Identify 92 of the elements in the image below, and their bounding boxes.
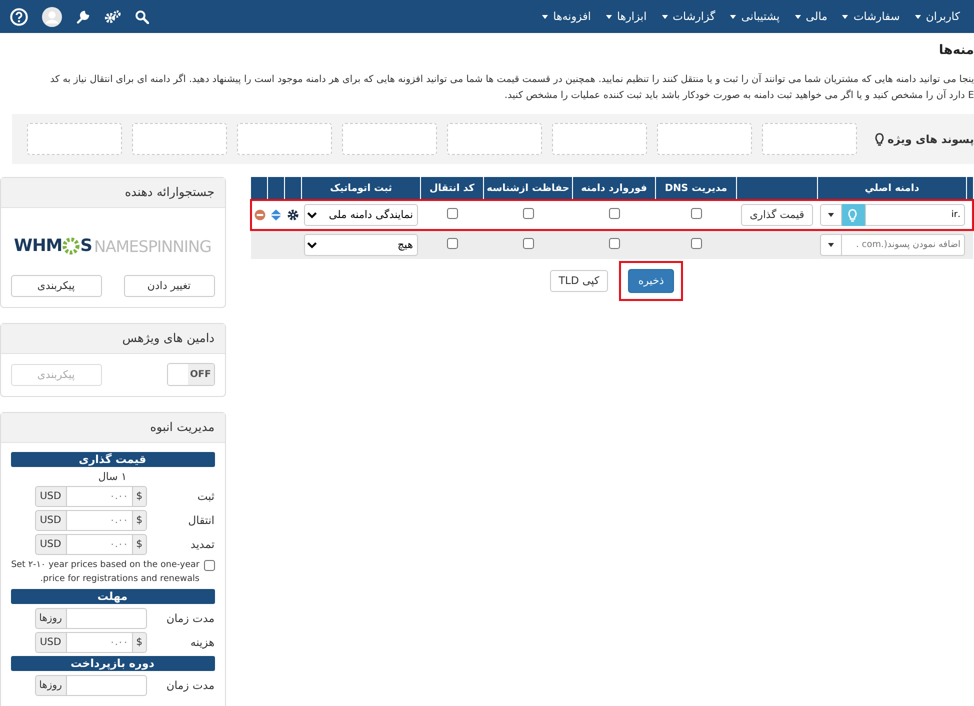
- section-heading: دوره بازپرداخت: [10, 656, 214, 671]
- gear-icon[interactable]: [287, 209, 299, 221]
- search-icon[interactable]: [135, 10, 149, 24]
- checkbox[interactable]: [446, 208, 458, 219]
- gear-icon: [62, 237, 80, 255]
- checkbox[interactable]: [608, 238, 620, 249]
- column-header: [284, 177, 302, 200]
- remove-icon[interactable]: [254, 209, 266, 221]
- checkbox[interactable]: [522, 238, 534, 249]
- nav-menu-item[interactable]: ابزارها: [606, 10, 647, 23]
- checkbox[interactable]: [608, 208, 620, 219]
- amount-field[interactable]: [66, 608, 146, 629]
- namespinning-logo: WHM S NAMESPINNING: [12, 235, 212, 258]
- lightbulb-icon: [848, 208, 857, 222]
- unit-label: USD: [34, 486, 66, 507]
- panel-title: جستجوارائه دهنده: [124, 185, 214, 199]
- caret-icon: [606, 14, 612, 18]
- caret-icon: [842, 14, 848, 18]
- help-icon[interactable]: [10, 8, 28, 26]
- save-button[interactable]: ذخیره: [628, 269, 674, 293]
- nav-menu-item[interactable]: پشتیبانی: [730, 10, 780, 23]
- column-header: دامنه اصلي: [818, 177, 966, 200]
- dropdown-button[interactable]: [820, 234, 842, 256]
- checkbox-label: Set ۲-۱۰ year prices based on the one-year price for registrations and renewals.: [10, 559, 200, 586]
- lightbulb-icon: [875, 132, 884, 146]
- currency-symbol: $: [132, 632, 146, 653]
- avatar-icon[interactable]: [42, 6, 62, 26]
- caret-icon: [828, 243, 834, 247]
- featured-tlds-label: پسوند های ویژه: [887, 132, 974, 146]
- caret-icon: [730, 14, 736, 18]
- description-text: ینجا می توانید دامنه هایی که مشتریان شما می توانند آن را ثبت و یا منتقل کنند را تنظیم نمایید. همچنین در قسمت قیمت ها شما می توانید افزونه هایی که برای هر دامنه موجود است را پیشنهاد دهید. اگر دامنه ای برای انتقال نیاز به کد: [49, 72, 974, 87]
- nav-menu-item[interactable]: سفارشات: [842, 10, 900, 23]
- column-header: فوروارد دامنه: [572, 177, 656, 200]
- unit-label: روزها: [34, 608, 66, 629]
- unit-label: USD: [34, 510, 66, 531]
- currency-symbol: $: [132, 534, 146, 555]
- field-label: هزینه: [189, 636, 214, 649]
- panel-button[interactable]: پیکربندی: [10, 275, 102, 297]
- nav-menu-item[interactable]: مالی: [794, 10, 828, 23]
- page-title: منه‌ها: [938, 43, 974, 58]
- panel-title: دامین های ویژهس: [122, 331, 214, 345]
- field-label: مدت زمان: [165, 612, 214, 625]
- column-header: ثبت اتوماتیک: [302, 177, 420, 200]
- caret-icon: [914, 14, 921, 18]
- column-header: [250, 177, 268, 200]
- caret-icon: [794, 14, 801, 18]
- field-label: مدت زمان: [165, 679, 214, 692]
- section-heading: مهلت: [10, 589, 214, 604]
- caret-icon: [542, 14, 548, 18]
- checkbox[interactable]: [446, 238, 458, 249]
- checkbox[interactable]: [690, 208, 702, 219]
- currency-symbol: $: [132, 510, 146, 531]
- registrar-select[interactable]: هیچ: [304, 234, 418, 256]
- field-label: ثبت: [196, 490, 214, 503]
- description-text: E دارد آن را مشخص کنید و یا اگر می خواهید ثبت دامنه به صورت خودکار باشد باید ثبت کننده عملیات را مشخص کنید.: [503, 88, 974, 103]
- toggle-switch[interactable]: OFF: [166, 363, 214, 386]
- caret-icon: [828, 213, 834, 217]
- column-header: [268, 177, 284, 200]
- copy-tld-button[interactable]: کپی TLD: [550, 270, 608, 292]
- amount-field[interactable]: ۰.۰۰: [66, 510, 132, 531]
- pricing-button[interactable]: قیمت گذاری: [740, 204, 814, 226]
- dropdown-button[interactable]: [820, 204, 842, 226]
- checkbox[interactable]: [204, 560, 214, 571]
- panel-button[interactable]: تغییر دادن: [124, 275, 214, 297]
- nav-menu-item[interactable]: گزارشات: [662, 10, 716, 23]
- column-header: کد انتقال: [420, 177, 484, 200]
- period-label: ۱ سال: [97, 471, 128, 483]
- unit-label: USD: [34, 534, 66, 555]
- currency-symbol: $: [132, 486, 146, 507]
- nav-menu-item[interactable]: کاربران: [914, 10, 960, 23]
- up-down-arrows-icon[interactable]: [270, 209, 282, 221]
- checkbox[interactable]: [690, 238, 702, 249]
- amount-field[interactable]: ۰.۰۰: [66, 534, 132, 555]
- nav-menu-item[interactable]: افزونه‌ها: [542, 10, 591, 23]
- field-label: انتقال: [187, 514, 214, 527]
- unit-label: روزها: [34, 675, 66, 696]
- column-header: حفاظت ازشناسه: [484, 177, 572, 200]
- column-header: مدیریت DNS: [656, 177, 736, 200]
- panel-title: مدیریت انبوه: [150, 420, 214, 434]
- wrench-icon[interactable]: [76, 10, 90, 24]
- amount-field[interactable]: [66, 675, 146, 696]
- amount-field[interactable]: ۰.۰۰: [66, 632, 132, 653]
- tld-input[interactable]: اضافه نمودن پسوند(.com .: [840, 234, 964, 256]
- section-heading: قیمت گذاری: [10, 452, 214, 467]
- tld-input[interactable]: .ir: [864, 204, 964, 226]
- registrar-select[interactable]: نمایندگی دامنه ملی: [304, 204, 418, 226]
- field-label: تمدید: [189, 538, 214, 551]
- caret-icon: [662, 14, 668, 18]
- checkbox[interactable]: [522, 208, 534, 219]
- unit-label: USD: [34, 632, 66, 653]
- amount-field[interactable]: ۰.۰۰: [66, 486, 132, 507]
- gears-icon[interactable]: [104, 10, 121, 24]
